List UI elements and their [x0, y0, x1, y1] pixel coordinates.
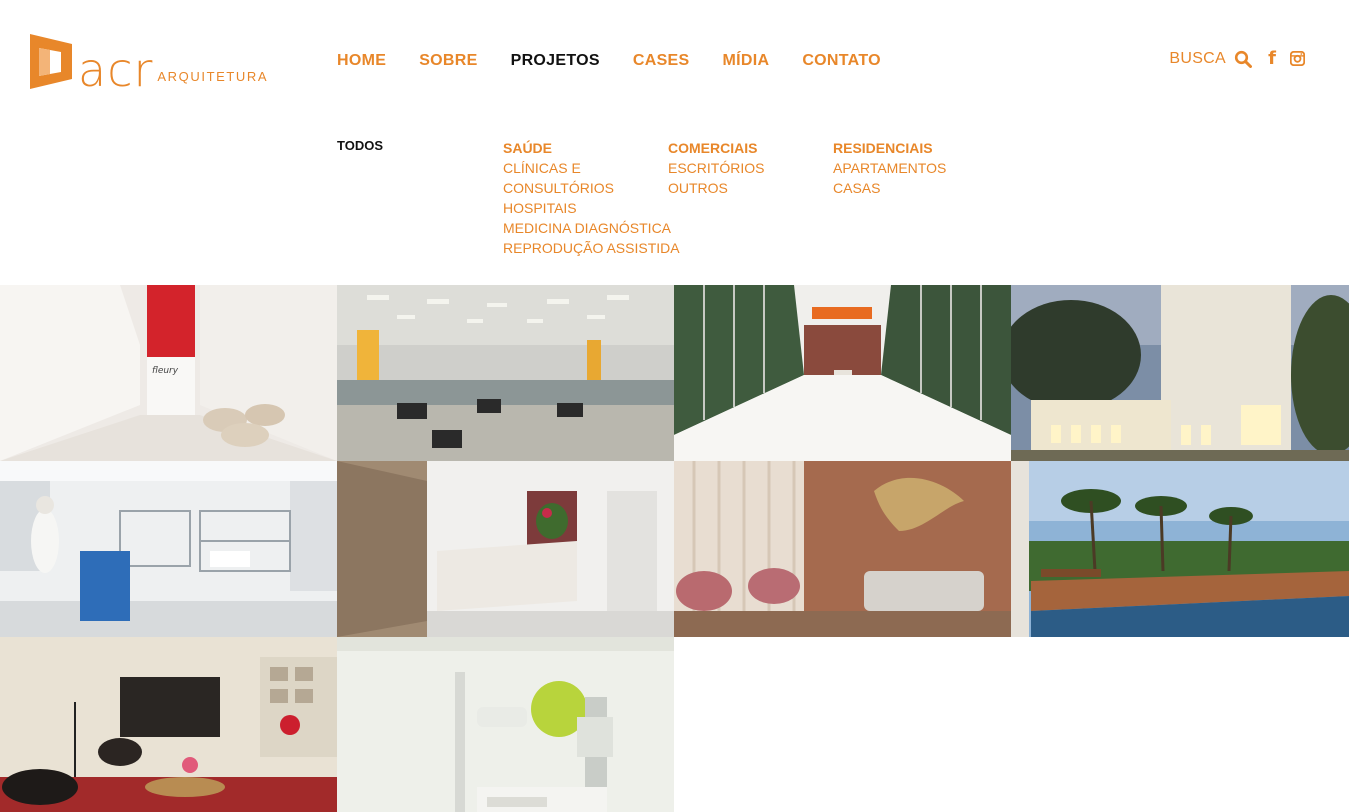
nav-cases[interactable]: CASES: [633, 52, 690, 70]
project-image-1: fleury: [0, 285, 337, 461]
submenu-col-saude: SAÚDE CLÍNICAS E CONSULTÓRIOS HOSPITAIS …: [503, 138, 680, 258]
instagram-icon[interactable]: [1290, 51, 1305, 66]
submenu-item-outros[interactable]: OUTROS: [668, 178, 764, 198]
submenu-item-reproducao-assistida[interactable]: REPRODUÇÃO ASSISTIDA: [503, 238, 680, 258]
logo-mark-icon: [30, 34, 72, 89]
header-tools: BUSCA f: [1169, 48, 1305, 69]
submenu-head-comerciais[interactable]: COMERCIAIS: [668, 138, 764, 158]
projects-grid: fleury: [0, 285, 1349, 812]
submenu-item-hospitais[interactable]: HOSPITAIS: [503, 198, 680, 218]
nav-contato[interactable]: CONTATO: [802, 52, 881, 70]
submenu-col-comerciais: COMERCIAIS ESCRITÓRIOS OUTROS: [668, 138, 764, 198]
search-icon[interactable]: [1234, 50, 1252, 68]
logo[interactable]: acr ARQUITETURA: [30, 34, 269, 97]
project-image-7: [674, 461, 1011, 637]
main-nav: HOME SOBRE PROJETOS CASES MÍDIA CONTATO: [337, 52, 914, 70]
submenu-item-medicina-diagnostica[interactable]: MEDICINA DIAGNÓSTICA: [503, 218, 680, 238]
submenu-col-residenciais: RESIDENCIAIS APARTAMENTOS CASAS: [833, 138, 946, 198]
project-tile-3[interactable]: [674, 285, 1011, 461]
project-image-6: [337, 461, 674, 637]
submenu-item-clinicas[interactable]: CLÍNICAS E: [503, 158, 680, 178]
project-tile-8[interactable]: [1011, 461, 1349, 637]
project-image-3: [674, 285, 1011, 461]
submenu-head-residenciais[interactable]: RESIDENCIAIS: [833, 138, 946, 158]
submenu-item-escritorios[interactable]: ESCRITÓRIOS: [668, 158, 764, 178]
project-tile-7[interactable]: [674, 461, 1011, 637]
nav-home[interactable]: HOME: [337, 52, 386, 70]
project-image-2: [337, 285, 674, 461]
nav-projetos[interactable]: PROJETOS: [511, 52, 600, 70]
submenu-item-consultorios[interactable]: CONSULTÓRIOS: [503, 178, 680, 198]
search-label[interactable]: BUSCA: [1169, 50, 1226, 68]
project-tile-5[interactable]: [0, 461, 337, 637]
project-image-9: [0, 637, 337, 812]
submenu-todos[interactable]: TODOS: [337, 138, 383, 153]
project-tile-9[interactable]: [0, 637, 337, 812]
logo-wordmark: acr: [78, 43, 154, 97]
submenu-head-saude[interactable]: SAÚDE: [503, 138, 680, 158]
nav-sobre[interactable]: SOBRE: [419, 52, 477, 70]
submenu-item-casas[interactable]: CASAS: [833, 178, 946, 198]
project-tile-2[interactable]: [337, 285, 674, 461]
submenu-item-apartamentos[interactable]: APARTAMENTOS: [833, 158, 946, 178]
logo-subtitle: ARQUITETURA: [157, 69, 269, 84]
project-image-4: [1011, 285, 1349, 461]
fleury-sign-text: fleury: [152, 366, 179, 376]
project-tile-10[interactable]: [337, 637, 674, 812]
project-tile-6[interactable]: [337, 461, 674, 637]
project-tile-1[interactable]: fleury: [0, 285, 337, 461]
project-image-10: [337, 637, 674, 812]
facebook-icon[interactable]: f: [1266, 48, 1278, 69]
project-image-5: [0, 461, 337, 637]
nav-midia[interactable]: MÍDIA: [722, 52, 769, 70]
project-tile-4[interactable]: [1011, 285, 1349, 461]
project-image-8: [1011, 461, 1349, 637]
projects-submenu: TODOS SAÚDE CLÍNICAS E CONSULTÓRIOS HOSP…: [0, 138, 1349, 258]
